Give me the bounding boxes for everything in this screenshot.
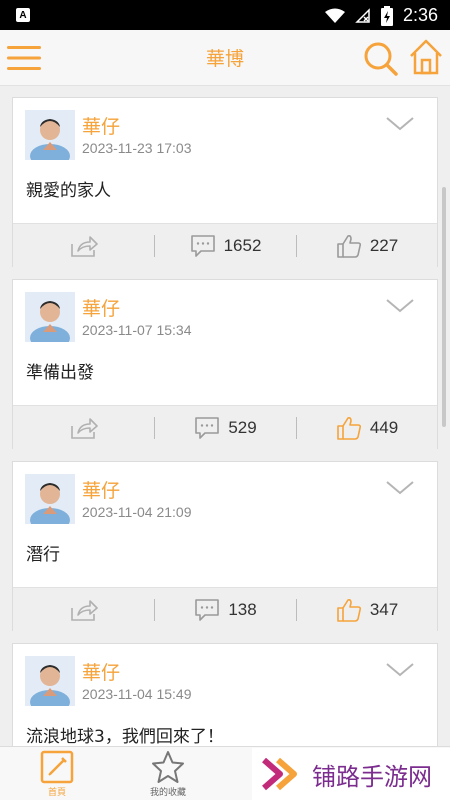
share-icon [70, 236, 98, 257]
post-date: 2023-11-04 21:09 [82, 504, 192, 520]
like-button[interactable]: 347 [297, 588, 437, 632]
menu-icon[interactable] [6, 40, 42, 76]
share-icon [70, 418, 98, 439]
post-author[interactable]: 華仔 [82, 112, 120, 139]
app-bar: 華博 [0, 30, 450, 86]
post-author[interactable]: 華仔 [82, 476, 120, 503]
nav-favorites[interactable]: 我的收藏 [113, 747, 223, 800]
app-notification-icon: A [16, 8, 30, 22]
post-actions: 529 449 [13, 405, 437, 449]
comment-button[interactable]: 1652 [155, 224, 296, 268]
status-icons: 2:36 [324, 5, 438, 26]
comment-button[interactable]: 529 [155, 406, 296, 450]
no-signal-icon [355, 7, 370, 23]
chevron-down-icon[interactable] [385, 296, 415, 316]
share-button[interactable] [13, 406, 154, 450]
post-content: 潛行 [26, 545, 60, 565]
avatar[interactable] [25, 292, 75, 342]
like-icon [337, 599, 361, 622]
post-date: 2023-11-04 15:49 [82, 686, 192, 702]
comment-icon [195, 599, 220, 621]
watermark-text: 铺路手游网 [312, 762, 432, 791]
share-icon [70, 600, 98, 621]
scrollbar[interactable] [442, 187, 446, 427]
post-actions: 1652 227 [13, 223, 437, 267]
watermark-logo-icon [262, 757, 297, 791]
chevron-down-icon[interactable] [385, 660, 415, 680]
nav-home-label: 首頁 [47, 788, 66, 798]
avatar[interactable] [25, 110, 75, 160]
like-count: 347 [369, 600, 399, 619]
like-icon [337, 417, 361, 440]
status-time: 2:36 [402, 5, 438, 25]
watermark: 铺路手游网 [252, 748, 450, 800]
nav-favorites-label: 我的收藏 [149, 788, 186, 798]
wifi-icon [324, 8, 345, 23]
post-date: 2023-11-23 17:03 [82, 140, 192, 156]
like-button[interactable]: 449 [297, 406, 437, 450]
post-card[interactable]: 華仔 2023-11-04 15:49 流浪地球3，我們回來了！ [12, 643, 438, 746]
post-content: 親愛的家人 [26, 181, 111, 201]
status-bar: A 2:36 [0, 0, 450, 30]
share-button[interactable] [13, 224, 154, 268]
home-icon[interactable] [408, 38, 444, 76]
nav-home[interactable]: 首頁 [2, 747, 112, 800]
battery-icon [380, 5, 393, 26]
post-content: 準備出發 [26, 363, 94, 383]
chevron-down-icon[interactable] [385, 114, 415, 134]
star-icon [152, 751, 184, 783]
comment-icon [195, 417, 220, 439]
avatar[interactable] [25, 656, 75, 706]
edit-icon [40, 750, 74, 784]
comment-icon [190, 235, 215, 257]
share-button[interactable] [13, 588, 154, 632]
comment-button[interactable]: 138 [155, 588, 296, 632]
post-author[interactable]: 華仔 [82, 294, 120, 321]
like-button[interactable]: 227 [297, 224, 437, 268]
post-feed[interactable]: 華仔 2023-11-23 17:03 親愛的家人 1652 227 華仔 20… [0, 87, 450, 746]
like-count: 227 [369, 236, 399, 255]
post-card[interactable]: 華仔 2023-11-23 17:03 親愛的家人 1652 227 [12, 97, 438, 267]
post-actions: 138 347 [13, 587, 437, 631]
like-count: 449 [369, 418, 399, 437]
post-card[interactable]: 華仔 2023-11-04 21:09 潛行 138 347 [12, 461, 438, 631]
like-icon [337, 235, 361, 258]
post-author[interactable]: 華仔 [82, 658, 120, 685]
search-icon[interactable] [362, 40, 398, 76]
post-date: 2023-11-07 15:34 [82, 322, 192, 338]
post-card[interactable]: 華仔 2023-11-07 15:34 準備出發 529 449 [12, 279, 438, 449]
chevron-down-icon[interactable] [385, 478, 415, 498]
comment-count: 1652 [223, 236, 262, 255]
comment-count: 529 [228, 418, 257, 437]
post-content: 流浪地球3，我們回來了！ [26, 727, 224, 746]
comment-count: 138 [228, 600, 257, 619]
avatar[interactable] [25, 474, 75, 524]
